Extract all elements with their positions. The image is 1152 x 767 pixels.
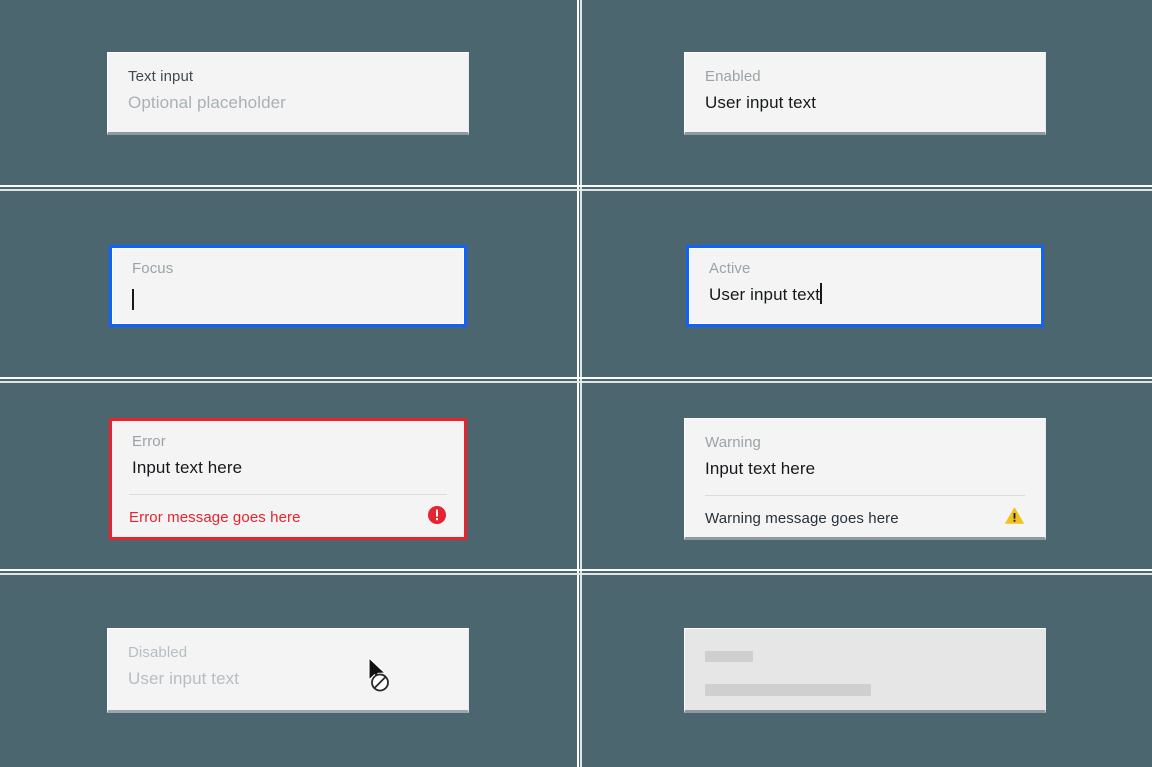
text-input-error[interactable]: Error Input text here Error message goes…: [109, 418, 467, 540]
text-input-error-label: Error: [132, 433, 166, 450]
text-input-skeleton: [684, 628, 1046, 713]
grid-rule-horizontal-2-inner: [0, 381, 1152, 383]
grid-rule-horizontal-1-inner: [0, 189, 1152, 191]
warning-message-row: Warning message goes here: [685, 496, 1045, 540]
skeleton-value-bar: [705, 684, 871, 696]
text-input-focus-value: [132, 283, 444, 313]
text-input-disabled-label: Disabled: [128, 644, 188, 661]
error-message-row: Error message goes here: [112, 495, 464, 539]
skeleton-label-bar: [705, 651, 753, 662]
text-input-active-content: Active User input text: [689, 248, 1041, 307]
text-input-focus-label: Focus: [132, 260, 174, 277]
text-input-default-content: Text input Optional placeholder: [108, 53, 468, 115]
error-message-text: Error message goes here: [129, 508, 301, 526]
text-input-disabled-content: Disabled User input text: [108, 629, 468, 691]
grid-rule-horizontal-2: [0, 377, 1152, 379]
text-input-focus[interactable]: Focus: [109, 245, 467, 327]
warning-message-text: Warning message goes here: [705, 509, 899, 527]
grid-rule-vertical-inner: [580, 0, 582, 767]
grid-rule-vertical: [577, 0, 579, 767]
grid-rule-horizontal-3: [0, 569, 1152, 571]
text-input-disabled-value: User input text: [128, 669, 240, 688]
error-filled-icon: [427, 505, 447, 530]
text-input-error-value: Input text here: [132, 458, 243, 477]
states-grid-canvas: Text input Optional placeholder Enabled …: [0, 0, 1152, 767]
warning-triangle-icon: [1004, 506, 1025, 530]
text-input-warning[interactable]: Warning Input text here Warning message …: [684, 418, 1046, 540]
text-input-active-label: Active: [709, 260, 751, 277]
text-input-warning-value: Input text here: [705, 459, 816, 478]
text-input-default-placeholder: Optional placeholder: [128, 93, 286, 112]
text-input-active[interactable]: Active User input text: [686, 245, 1044, 327]
text-input-default-label: Text input: [128, 68, 194, 85]
text-input-enabled-label: Enabled: [705, 68, 761, 85]
text-caret: [132, 289, 134, 310]
text-input-enabled[interactable]: Enabled User input text: [684, 52, 1046, 135]
grid-rule-horizontal-1: [0, 185, 1152, 187]
text-input-disabled: Disabled User input text: [107, 628, 469, 713]
text-input-enabled-content: Enabled User input text: [685, 53, 1045, 115]
text-input-warning-content: Warning Input text here: [685, 419, 1045, 481]
text-caret: [820, 283, 823, 304]
text-input-default[interactable]: Text input Optional placeholder: [107, 52, 469, 135]
text-input-active-text: User input text: [709, 285, 821, 304]
text-input-focus-content: Focus: [112, 248, 464, 313]
text-input-error-content: Error Input text here: [112, 421, 464, 480]
grid-rule-horizontal-3-inner: [0, 573, 1152, 575]
text-input-active-value: User input text: [709, 283, 1021, 307]
text-input-warning-label: Warning: [705, 434, 761, 451]
text-input-enabled-value: User input text: [705, 93, 817, 112]
